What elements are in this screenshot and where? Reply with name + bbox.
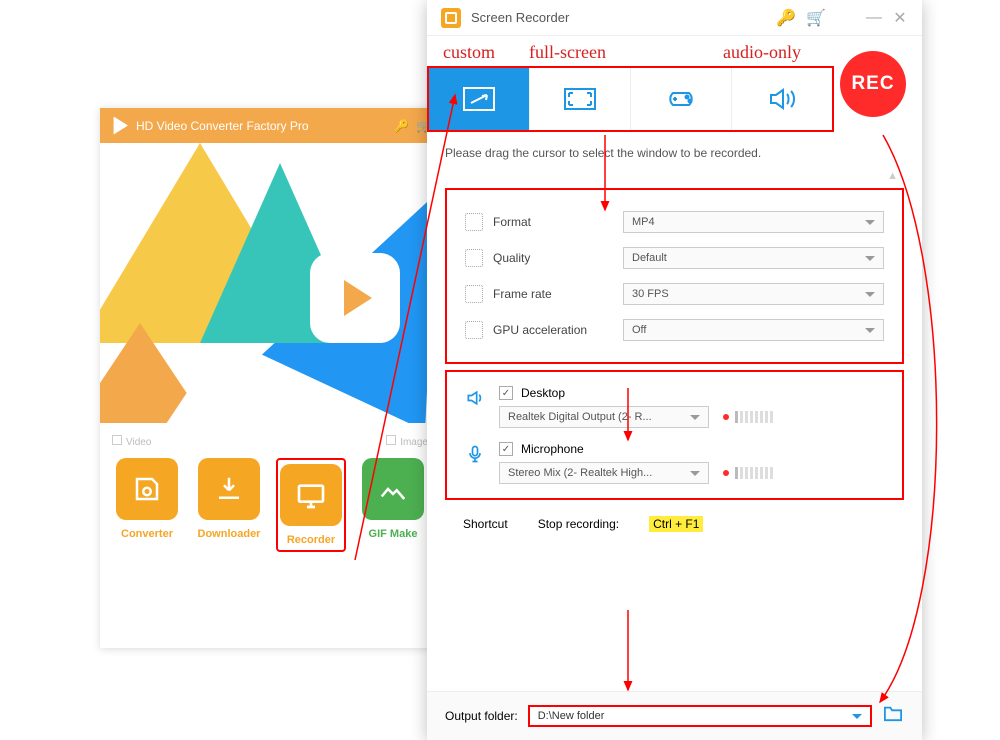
quality-dropdown[interactable]: Default bbox=[623, 247, 884, 269]
browse-folder-icon[interactable] bbox=[882, 704, 904, 728]
audio-settings-panel: ✓ Desktop Realtek Digital Output (2- R..… bbox=[445, 370, 904, 500]
quality-icon bbox=[465, 249, 483, 267]
microphone-level-meter bbox=[723, 467, 773, 479]
mode-audio-only[interactable] bbox=[732, 68, 832, 130]
downloader-tile[interactable]: Downloader bbox=[194, 458, 264, 552]
framerate-dropdown[interactable]: 30 FPS bbox=[623, 283, 884, 305]
mode-custom-region[interactable] bbox=[429, 68, 530, 130]
cart-icon[interactable]: 🛒 bbox=[806, 8, 826, 28]
play-icon bbox=[310, 253, 400, 343]
speaker-icon bbox=[465, 388, 487, 413]
annotation-fullscreen: full-screen bbox=[529, 42, 606, 63]
recorder-tile[interactable]: Recorder bbox=[276, 458, 346, 552]
app-logo-icon bbox=[110, 117, 128, 135]
annotation-custom: custom bbox=[443, 42, 495, 63]
mode-tabs bbox=[427, 66, 834, 132]
converter-app-window: HD Video Converter Factory Pro 🔑 🛒 Video… bbox=[100, 108, 440, 648]
output-folder-field[interactable]: D:\New folder bbox=[528, 705, 872, 727]
framerate-icon bbox=[465, 285, 483, 303]
annotation-audio-only: audio-only bbox=[723, 42, 801, 63]
close-button[interactable]: ✕ bbox=[892, 8, 908, 28]
framerate-label: Frame rate bbox=[493, 287, 613, 301]
output-folder-label: Output folder: bbox=[445, 709, 518, 723]
output-bar: Output folder: D:\New folder bbox=[427, 691, 922, 740]
desktop-audio-label: Desktop bbox=[521, 386, 565, 400]
hint-text: Please drag the cursor to select the win… bbox=[427, 132, 922, 170]
front-titlebar: Screen Recorder 🔑 🛒 — ✕ bbox=[427, 0, 922, 36]
stop-recording-label: Stop recording: bbox=[538, 517, 619, 531]
microphone-label: Microphone bbox=[521, 442, 584, 456]
recorder-app-icon bbox=[441, 8, 461, 28]
gpu-dropdown[interactable]: Off bbox=[623, 319, 884, 341]
front-title: Screen Recorder bbox=[471, 10, 569, 25]
back-title: HD Video Converter Factory Pro bbox=[136, 119, 309, 133]
hero-graphic bbox=[100, 143, 440, 423]
microphone-device-dropdown[interactable]: Stereo Mix (2- Realtek High... bbox=[499, 462, 709, 484]
microphone-icon bbox=[465, 444, 487, 469]
collapse-toggle[interactable]: ▲ bbox=[427, 170, 922, 182]
mode-game[interactable] bbox=[631, 68, 732, 130]
key-icon[interactable]: 🔑 bbox=[394, 119, 408, 133]
gif-maker-tile[interactable]: GIF Make bbox=[358, 458, 428, 552]
gpu-icon bbox=[465, 321, 483, 339]
converter-tile[interactable]: Converter bbox=[112, 458, 182, 552]
quality-label: Quality bbox=[493, 251, 613, 265]
stop-recording-key: Ctrl + F1 bbox=[649, 516, 703, 532]
gpu-label: GPU acceleration bbox=[493, 323, 613, 337]
shortcut-row: Shortcut Stop recording: Ctrl + F1 bbox=[427, 506, 922, 548]
video-settings-panel: Format MP4 Quality Default Frame rate 30… bbox=[445, 188, 904, 364]
screen-recorder-window: Screen Recorder 🔑 🛒 — ✕ REC Please drag … bbox=[427, 0, 922, 740]
key-icon[interactable]: 🔑 bbox=[776, 8, 796, 28]
back-titlebar: HD Video Converter Factory Pro 🔑 🛒 bbox=[100, 108, 440, 143]
desktop-audio-checkbox[interactable]: ✓ bbox=[499, 386, 513, 400]
category-labels: Video Image bbox=[100, 423, 440, 454]
shortcut-label: Shortcut bbox=[463, 517, 508, 531]
format-label: Format bbox=[493, 215, 613, 229]
record-button[interactable]: REC bbox=[840, 51, 906, 117]
microphone-checkbox[interactable]: ✓ bbox=[499, 442, 513, 456]
mode-fullscreen[interactable] bbox=[530, 68, 631, 130]
desktop-level-meter bbox=[723, 411, 773, 423]
format-icon bbox=[465, 213, 483, 231]
format-dropdown[interactable]: MP4 bbox=[623, 211, 884, 233]
minimize-button[interactable]: — bbox=[866, 9, 882, 27]
desktop-device-dropdown[interactable]: Realtek Digital Output (2- R... bbox=[499, 406, 709, 428]
